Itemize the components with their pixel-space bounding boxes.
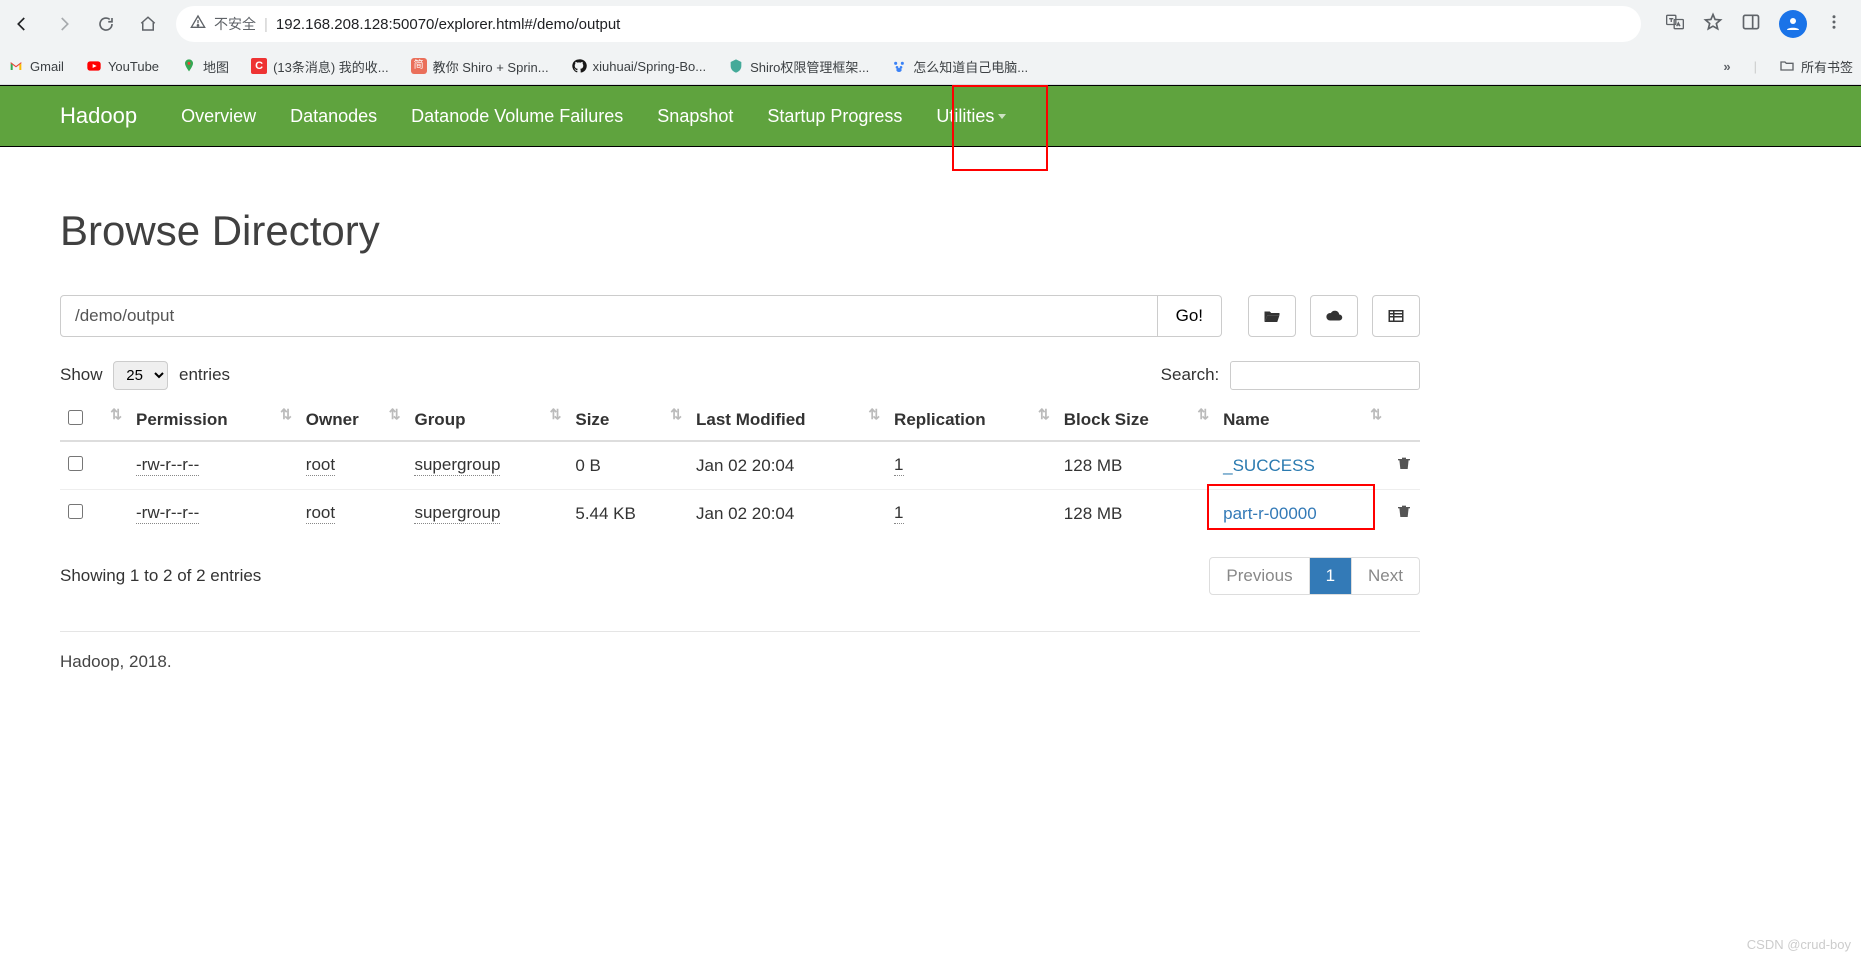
folder-icon — [1779, 58, 1795, 74]
col-permission[interactable]: Permission⇅ — [128, 400, 298, 441]
search-control: Search: — [1161, 361, 1420, 390]
jianshu-icon: 简 — [411, 58, 427, 74]
cell-group[interactable]: supergroup — [414, 503, 500, 524]
entries-control: Show 25 entries — [60, 361, 230, 390]
translate-icon[interactable] — [1665, 12, 1685, 37]
next-button[interactable]: Next — [1351, 558, 1419, 594]
go-button[interactable]: Go! — [1158, 295, 1222, 337]
back-button[interactable] — [8, 10, 36, 38]
cell-modified: Jan 02 20:04 — [688, 490, 886, 538]
open-folder-button[interactable] — [1248, 295, 1296, 337]
nav-startup-progress[interactable]: Startup Progress — [767, 106, 902, 127]
table-info: Showing 1 to 2 of 2 entries — [60, 566, 261, 586]
row-checkbox[interactable] — [68, 456, 83, 471]
cell-owner[interactable]: root — [306, 455, 335, 476]
cell-size: 5.44 KB — [567, 490, 688, 538]
nav-volume-failures[interactable]: Datanode Volume Failures — [411, 106, 623, 127]
cell-modified: Jan 02 20:04 — [688, 441, 886, 490]
col-owner[interactable]: Owner⇅ — [298, 400, 407, 441]
bookmark-github[interactable]: xiuhuai/Spring-Bo... — [571, 58, 706, 74]
brand-link[interactable]: Hadoop — [60, 103, 137, 129]
menu-icon[interactable] — [1825, 13, 1843, 36]
delete-icon[interactable] — [1396, 457, 1412, 476]
gmail-icon — [8, 58, 24, 74]
bookmark-youtube[interactable]: YouTube — [86, 58, 159, 74]
hadoop-navbar: Hadoop Overview Datanodes Datanode Volum… — [0, 85, 1861, 147]
sort-icon[interactable]: ⇅ — [110, 410, 122, 418]
watermark: CSDN @crud-boy — [1747, 937, 1851, 952]
nav-overview[interactable]: Overview — [181, 106, 256, 127]
cell-size: 0 B — [567, 441, 688, 490]
maps-icon — [181, 58, 197, 74]
cell-blocksize: 128 MB — [1056, 490, 1215, 538]
nav-snapshot[interactable]: Snapshot — [657, 106, 733, 127]
nav-datanodes[interactable]: Datanodes — [290, 106, 377, 127]
reload-button[interactable] — [92, 10, 120, 38]
forward-button[interactable] — [50, 10, 78, 38]
bookmark-gmail[interactable]: Gmail — [8, 58, 64, 74]
bookmark-maps[interactable]: 地图 — [181, 57, 229, 76]
path-input[interactable] — [60, 295, 1158, 337]
home-button[interactable] — [134, 10, 162, 38]
bookmark-csdn[interactable]: C(13条消息) 我的收... — [251, 57, 389, 76]
col-blocksize[interactable]: Block Size⇅ — [1056, 400, 1215, 441]
all-bookmarks[interactable]: 所有书签 — [1779, 57, 1853, 76]
star-icon[interactable] — [1703, 12, 1723, 37]
cell-replication[interactable]: 1 — [894, 503, 903, 524]
url-text: 192.168.208.128:50070/explorer.html#/dem… — [276, 16, 620, 33]
upload-button[interactable] — [1310, 295, 1358, 337]
cell-permission[interactable]: -rw-r--r-- — [136, 455, 199, 476]
youtube-icon — [86, 58, 102, 74]
table-row: -rw-r--r-- root supergroup 5.44 KB Jan 0… — [60, 490, 1420, 538]
bookmarks-bar: Gmail YouTube 地图 C(13条消息) 我的收... 简教你 Shi… — [0, 48, 1861, 84]
cell-replication[interactable]: 1 — [894, 455, 903, 476]
delete-icon[interactable] — [1396, 505, 1412, 524]
page-container: Browse Directory Go! Show 25 entries Sea… — [0, 147, 1480, 702]
row-checkbox[interactable] — [68, 504, 83, 519]
page-number[interactable]: 1 — [1309, 558, 1351, 594]
footer-text: Hadoop, 2018. — [60, 652, 1420, 672]
select-all-checkbox[interactable] — [68, 410, 83, 425]
generic-icon — [728, 58, 744, 74]
search-input[interactable] — [1230, 361, 1420, 390]
github-icon — [571, 58, 587, 74]
file-table: ⇅ Permission⇅ Owner⇅ Group⇅ Size⇅ Last M… — [60, 400, 1420, 537]
bookmark-jianshu[interactable]: 简教你 Shiro + Sprin... — [411, 57, 549, 76]
warning-icon — [190, 14, 206, 34]
col-name[interactable]: Name⇅ — [1215, 400, 1388, 441]
cell-blocksize: 128 MB — [1056, 441, 1215, 490]
cell-permission[interactable]: -rw-r--r-- — [136, 503, 199, 524]
csdn-icon: C — [251, 58, 267, 74]
prev-button[interactable]: Previous — [1210, 558, 1308, 594]
sidepanel-icon[interactable] — [1741, 12, 1761, 37]
entries-select[interactable]: 25 — [113, 361, 168, 390]
table-row: -rw-r--r-- root supergroup 0 B Jan 02 20… — [60, 441, 1420, 490]
profile-avatar[interactable] — [1779, 10, 1807, 38]
new-folder-button[interactable] — [1372, 295, 1420, 337]
cell-name-link[interactable]: _SUCCESS — [1223, 456, 1315, 475]
cell-name-link[interactable]: part-r-00000 — [1223, 504, 1317, 523]
browser-chrome: 不安全 | 192.168.208.128:50070/explorer.htm… — [0, 0, 1861, 85]
cell-owner[interactable]: root — [306, 503, 335, 524]
bookmark-paw[interactable]: 怎么知道自己电脑... — [891, 57, 1028, 76]
address-bar[interactable]: 不安全 | 192.168.208.128:50070/explorer.htm… — [176, 6, 1641, 42]
nav-utilities[interactable]: Utilities — [936, 106, 1006, 127]
insecure-label: 不安全 — [214, 14, 256, 34]
page-title: Browse Directory — [60, 207, 1420, 255]
col-modified[interactable]: Last Modified⇅ — [688, 400, 886, 441]
overflow-icon[interactable]: » — [1723, 59, 1731, 74]
col-group[interactable]: Group⇅ — [406, 400, 567, 441]
paw-icon — [891, 58, 907, 74]
pagination: Previous 1 Next — [1209, 557, 1420, 595]
col-replication[interactable]: Replication⇅ — [886, 400, 1056, 441]
bookmark-shiro[interactable]: Shiro权限管理框架... — [728, 57, 869, 76]
col-size[interactable]: Size⇅ — [567, 400, 688, 441]
cell-group[interactable]: supergroup — [414, 455, 500, 476]
